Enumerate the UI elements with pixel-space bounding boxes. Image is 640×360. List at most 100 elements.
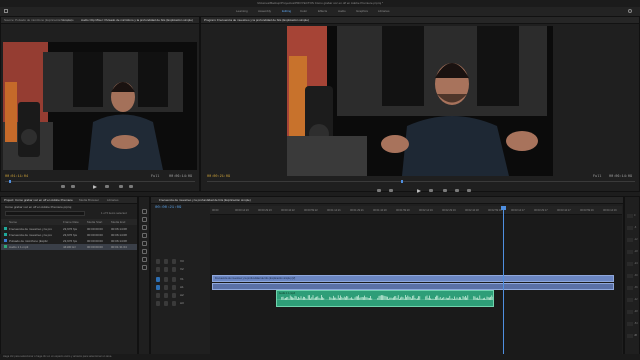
- lock-icon[interactable]: [164, 277, 168, 282]
- track-header-a2[interactable]: A2: [150, 292, 210, 300]
- meter-label: -18: [634, 250, 638, 253]
- source-patch-button[interactable]: [156, 277, 160, 282]
- source-patch-button[interactable]: [156, 285, 160, 290]
- tab-audio-mixer[interactable]: Audio Clip Mixer: Pulsado de micrófono y…: [81, 18, 193, 22]
- source-fit[interactable]: Full: [151, 175, 159, 179]
- source-patch-button[interactable]: [156, 301, 160, 306]
- program-video-image: [287, 26, 553, 176]
- tab-libraries[interactable]: Libraries: [107, 198, 119, 202]
- extract-icon[interactable]: [455, 189, 459, 192]
- timeline-playhead-handle[interactable]: [500, 206, 506, 210]
- col-name[interactable]: Name: [9, 220, 17, 224]
- source-patch-button[interactable]: [156, 259, 160, 264]
- track-label: V1: [180, 277, 184, 281]
- track-header-a1[interactable]: A1: [150, 284, 210, 292]
- lift-icon[interactable]: [443, 189, 447, 192]
- col-frame-rate[interactable]: Frame Rate: [63, 220, 79, 224]
- project-tabs: Project: Cómo grabar voz en off en Adobe…: [1, 197, 137, 204]
- mark-in-icon[interactable]: [377, 189, 381, 192]
- video-clip-audio-link[interactable]: [212, 283, 614, 290]
- item-name: Audio 1 1.mp3: [9, 245, 29, 249]
- audio-clip-label: Audio 1 1.mp3: [278, 292, 296, 295]
- tab-program[interactable]: Program: Frecuencia de muestreo y la pro…: [204, 18, 309, 22]
- workspace-audio[interactable]: Audio: [338, 9, 346, 13]
- sync-icon[interactable]: [172, 293, 176, 298]
- export-frame-icon[interactable]: [467, 189, 471, 192]
- mark-in-icon[interactable]: [61, 185, 65, 188]
- play-icon[interactable]: [417, 189, 421, 193]
- hand-tool-icon[interactable]: [142, 257, 147, 262]
- workspace-libraries[interactable]: Libraries: [378, 9, 390, 13]
- col-media-start[interactable]: Media Start: [87, 220, 102, 224]
- audio-clip[interactable]: Audio 1 1.mp3: [275, 290, 495, 307]
- track-header-v1[interactable]: V1: [150, 276, 210, 284]
- tab-sequence[interactable]: Frecuencia de muestreo y la profundidad …: [159, 198, 251, 202]
- sync-icon[interactable]: [172, 285, 176, 290]
- project-item[interactable]: Audio 1 1.mp3 44100 Hz 00:00:00:00 00:01:31…: [1, 244, 137, 250]
- program-timecode[interactable]: 00:00:21:09: [207, 175, 230, 179]
- source-timecode[interactable]: 00:01:11:04: [5, 175, 28, 179]
- timeline-playhead[interactable]: [502, 206, 504, 356]
- type-tool-icon[interactable]: [142, 265, 147, 270]
- col-media-end[interactable]: Media End: [111, 220, 125, 224]
- step-back-icon[interactable]: [389, 189, 393, 192]
- step-back-icon[interactable]: [71, 185, 75, 188]
- source-patch-button[interactable]: [156, 267, 160, 272]
- meter-label: -12: [634, 238, 638, 241]
- source-patch-button[interactable]: [156, 293, 160, 298]
- track-select-tool-icon[interactable]: [142, 217, 147, 222]
- ruler-tick-label: 00:03:14:17: [511, 209, 525, 212]
- video-clip[interactable]: Frecuencia de muestreo y la profundidad …: [212, 275, 614, 282]
- meter-label: 0: [634, 214, 636, 217]
- source-playhead[interactable]: [9, 180, 11, 183]
- workspace-color[interactable]: Color: [300, 9, 307, 13]
- play-icon[interactable]: [93, 185, 97, 189]
- selection-tool-icon[interactable]: [142, 209, 147, 214]
- step-forward-icon[interactable]: [429, 189, 433, 192]
- razor-tool-icon[interactable]: [142, 233, 147, 238]
- project-search-input[interactable]: [5, 211, 85, 216]
- step-forward-icon[interactable]: [105, 185, 109, 188]
- label-swatch: [4, 239, 7, 242]
- pen-tool-icon[interactable]: [142, 249, 147, 254]
- tab-project[interactable]: Project: Cómo grabar voz en off en Adobe…: [4, 198, 73, 202]
- search-icon[interactable]: [628, 9, 632, 13]
- item-end: 00:06:14:08: [111, 227, 127, 231]
- item-start: 00:00:00:00: [87, 227, 103, 231]
- sync-icon[interactable]: [172, 301, 176, 306]
- program-playhead[interactable]: [401, 180, 403, 183]
- slip-tool-icon[interactable]: [142, 241, 147, 246]
- tab-metadata[interactable]: Metadata: [61, 18, 74, 22]
- lock-icon[interactable]: [164, 293, 168, 298]
- tab-media-browser[interactable]: Media Browser: [79, 198, 99, 202]
- ripple-edit-tool-icon[interactable]: [142, 225, 147, 230]
- sync-icon[interactable]: [172, 267, 176, 272]
- timeline-timecode[interactable]: 00:00:21:09: [155, 206, 181, 210]
- track-header-v2[interactable]: V2: [150, 266, 210, 274]
- workspace-learning[interactable]: Learning: [236, 9, 248, 13]
- sync-icon[interactable]: [172, 277, 176, 282]
- source-scrubber[interactable]: [5, 181, 195, 182]
- item-rate: 23,976 fps: [63, 227, 78, 231]
- lock-icon[interactable]: [164, 285, 168, 290]
- meter-segment: [627, 238, 633, 242]
- home-icon[interactable]: [4, 9, 8, 13]
- sync-icon[interactable]: [172, 259, 176, 264]
- timeline-ruler[interactable]: 00:00 00:00:14:23 00:00:29:23 00:00:44:22 00…: [210, 206, 622, 215]
- workspace-effects[interactable]: Effects: [318, 9, 327, 13]
- lock-icon[interactable]: [164, 301, 168, 306]
- program-fit[interactable]: Full: [593, 175, 601, 179]
- ruler-tick-label: 00:02:44:18: [465, 209, 479, 212]
- track-header-a3[interactable]: A3: [150, 300, 210, 308]
- insert-icon[interactable]: [119, 185, 123, 188]
- track-header-v3[interactable]: V3: [150, 258, 210, 266]
- workspace-assembly[interactable]: Assembly: [258, 9, 271, 13]
- lock-icon[interactable]: [164, 259, 168, 264]
- track-header-master[interactable]: [150, 312, 210, 320]
- overwrite-icon[interactable]: [129, 185, 133, 188]
- program-scrubber[interactable]: [207, 181, 635, 182]
- lock-icon[interactable]: [164, 267, 168, 272]
- workspace-editing[interactable]: Editing: [282, 9, 291, 13]
- workspace-graphics[interactable]: Graphics: [356, 9, 368, 13]
- meter-segment: [627, 262, 633, 266]
